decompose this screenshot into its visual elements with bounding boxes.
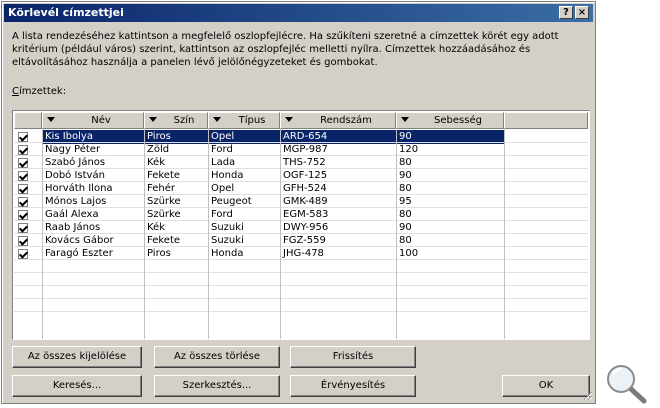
column-divider [42, 129, 43, 339]
filter-dropdown-icon[interactable] [285, 117, 293, 122]
help-button[interactable]: ? [559, 6, 573, 19]
column-divider [396, 129, 397, 339]
header-empty [504, 112, 588, 129]
column-divider [280, 129, 281, 339]
resize-grip-icon[interactable] [581, 389, 593, 401]
instructions-text: A lista rendezéséhez kattintson a megfel… [12, 31, 559, 68]
header-speed[interactable]: Sebesség [396, 112, 504, 129]
dialog-title: Körlevél címzettjei [8, 6, 124, 19]
recipients-grid[interactable]: Név Szín Típus Rendszám Sebesség Kis Ibo… [12, 110, 590, 340]
ok-button[interactable]: OK [502, 375, 590, 397]
column-divider [144, 129, 145, 339]
include-checkbox[interactable] [18, 145, 28, 155]
filter-dropdown-icon[interactable] [213, 117, 221, 122]
find-button[interactable]: Keresés... [12, 375, 142, 397]
refresh-button[interactable]: Frissítés [290, 346, 416, 368]
column-divider [504, 129, 505, 339]
title-bar: Körlevél címzettjei ? × [4, 4, 593, 22]
include-checkbox[interactable] [18, 236, 28, 246]
header-type[interactable]: Típus [208, 112, 280, 129]
header-plate[interactable]: Rendszám [280, 112, 396, 129]
header-color[interactable]: Szín [144, 112, 208, 129]
row-divider [14, 311, 588, 312]
filter-dropdown-icon[interactable] [47, 117, 55, 122]
include-checkbox[interactable] [18, 171, 28, 181]
edit-button[interactable]: Szerkesztés... [154, 375, 280, 397]
validate-button[interactable]: Érvényesítés [290, 375, 416, 397]
include-checkbox[interactable] [18, 223, 28, 233]
filter-dropdown-icon[interactable] [401, 117, 409, 122]
include-checkbox[interactable] [18, 210, 28, 220]
close-button[interactable]: × [575, 6, 589, 19]
clear-all-button[interactable]: Az összes törlése [154, 346, 280, 368]
header-name[interactable]: Név [42, 112, 144, 129]
mail-merge-recipients-dialog: Körlevél címzettjei ? × A lista rendezés… [1, 1, 596, 404]
include-checkbox[interactable] [18, 158, 28, 168]
header-checkbox-column[interactable] [14, 112, 42, 129]
include-checkbox[interactable] [18, 184, 28, 194]
filter-dropdown-icon[interactable] [149, 117, 157, 122]
include-checkbox[interactable] [18, 197, 28, 207]
include-checkbox[interactable] [18, 132, 28, 142]
magnifier-icon[interactable] [604, 362, 648, 404]
column-divider [208, 129, 209, 339]
select-all-button[interactable]: Az összes kijelölése [12, 346, 142, 368]
include-checkbox[interactable] [18, 249, 28, 259]
recipients-label: Címzettek: [12, 86, 67, 97]
